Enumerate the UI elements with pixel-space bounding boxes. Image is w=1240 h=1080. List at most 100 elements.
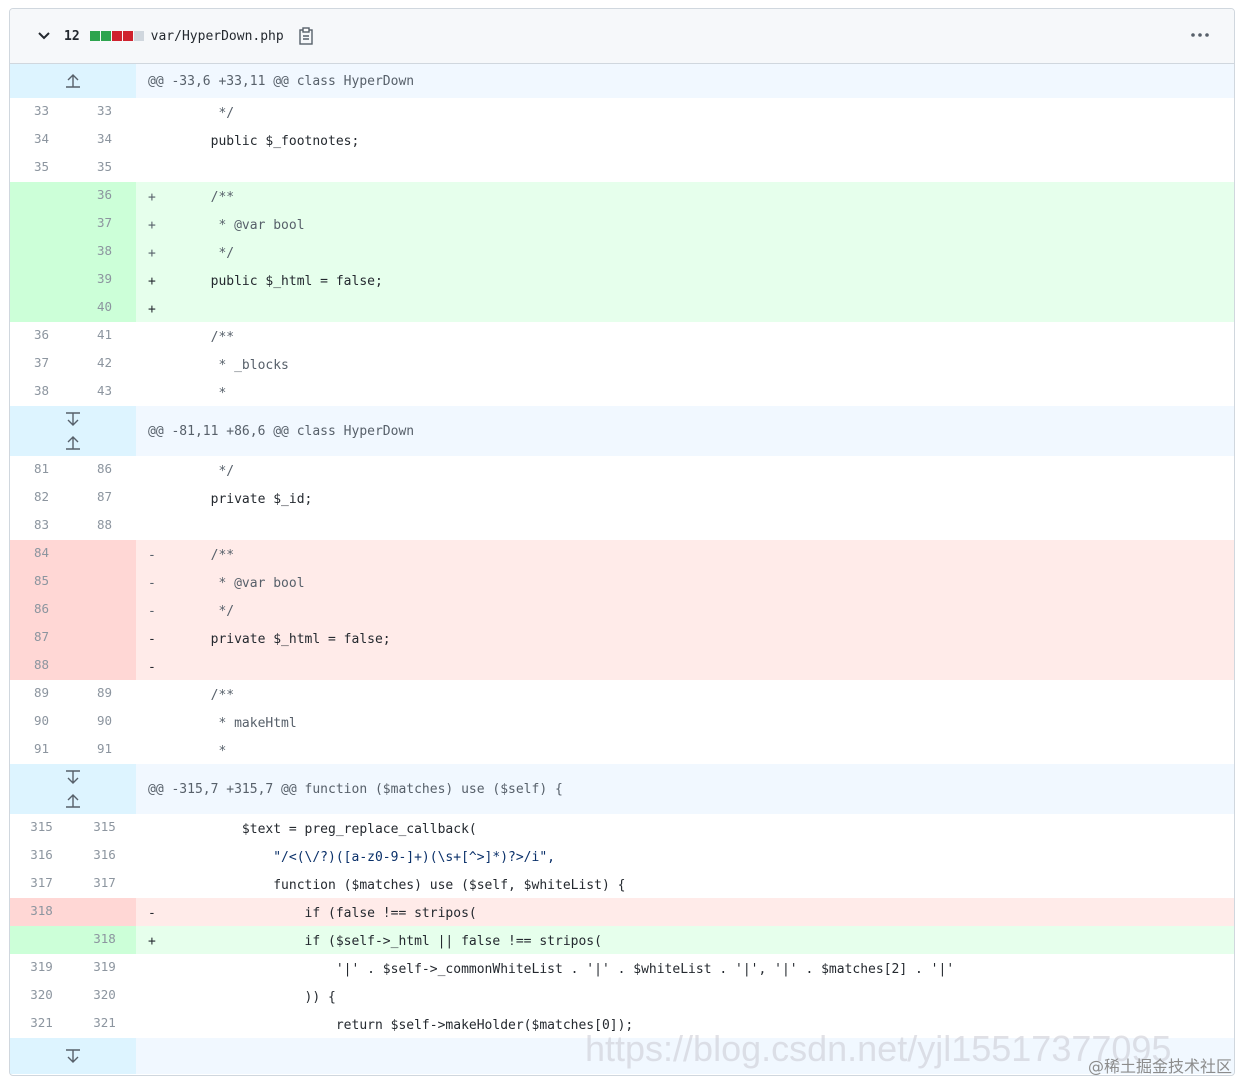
expand-up-icon[interactable] <box>64 431 82 455</box>
expand-down-icon[interactable] <box>64 407 82 431</box>
diff-line-added: 40 + <box>10 294 1234 322</box>
code-line: '|' . $self->_commonWhiteList . '|' . $w… <box>148 962 955 977</box>
old-line-number[interactable] <box>10 266 73 294</box>
collapse-chevron-icon[interactable] <box>36 28 52 44</box>
old-line-number[interactable]: 34 <box>10 126 73 154</box>
new-line-number[interactable] <box>73 540 136 568</box>
new-line-number[interactable]: 90 <box>73 708 136 736</box>
code-line: */ <box>148 464 235 479</box>
old-line-number[interactable]: 82 <box>10 484 73 512</box>
old-line-number[interactable]: 37 <box>10 350 73 378</box>
old-line-number[interactable]: 36 <box>10 322 73 350</box>
diff-line-added: 39 + public $_html = false; <box>10 266 1234 294</box>
new-line-number[interactable]: 37 <box>73 210 136 238</box>
new-line-number[interactable]: 321 <box>73 1010 136 1038</box>
old-line-number[interactable]: 315 <box>10 814 73 842</box>
diff-line: 316 316 "/<(\/?)([a-z0-9-]+)(\s+[^>]*)?>/… <box>10 842 1234 870</box>
diff-line: 319 319 '|' . $self->_commonWhiteList . '… <box>10 954 1234 982</box>
new-line-number[interactable]: 320 <box>73 982 136 1010</box>
new-line-number[interactable]: 39 <box>73 266 136 294</box>
new-line-number[interactable]: 38 <box>73 238 136 266</box>
diff-line: 90 90 * makeHtml <box>10 708 1234 736</box>
old-line-number[interactable]: 89 <box>10 680 73 708</box>
old-line-number[interactable]: 91 <box>10 736 73 764</box>
old-line-number[interactable] <box>10 294 73 322</box>
new-line-number[interactable]: 318 <box>73 926 136 954</box>
old-line-number[interactable] <box>10 926 73 954</box>
new-line-number[interactable]: 40 <box>73 294 136 322</box>
new-line-number[interactable] <box>73 568 136 596</box>
new-line-number[interactable]: 87 <box>73 484 136 512</box>
expand-down-icon[interactable] <box>64 1044 82 1068</box>
code-line: )) { <box>148 990 336 1005</box>
new-line-number[interactable]: 41 <box>73 322 136 350</box>
file-header: 12 var/HyperDown.php <box>10 9 1234 64</box>
new-line-number[interactable]: 317 <box>73 870 136 898</box>
new-line-number[interactable]: 86 <box>73 456 136 484</box>
diff-line-deleted: 84 - /** <box>10 540 1234 568</box>
old-line-number[interactable]: 86 <box>10 596 73 624</box>
copy-path-icon[interactable] <box>296 25 316 47</box>
new-line-number[interactable]: 43 <box>73 378 136 406</box>
code-line: + if ($self->_html || false !== stripos( <box>148 934 602 949</box>
old-line-number[interactable]: 33 <box>10 98 73 126</box>
file-name[interactable]: var/HyperDown.php <box>151 29 284 44</box>
old-line-number[interactable] <box>10 210 73 238</box>
code-line: "/<(\/?)([a-z0-9-]+)(\s+[^>]*)?>/i", <box>148 850 555 865</box>
code-line: + public $_html = false; <box>148 274 383 289</box>
old-line-number[interactable] <box>10 182 73 210</box>
new-line-number[interactable]: 88 <box>73 512 136 540</box>
old-line-number[interactable]: 81 <box>10 456 73 484</box>
new-line-number[interactable]: 315 <box>73 814 136 842</box>
expand-up-icon[interactable] <box>64 789 82 813</box>
old-line-number[interactable]: 318 <box>10 898 73 926</box>
old-line-number[interactable]: 35 <box>10 154 73 182</box>
old-line-number[interactable]: 321 <box>10 1010 73 1038</box>
diff-line: 321 321 return $self->makeHolder($matches… <box>10 1010 1234 1038</box>
diff-line: 91 91 * <box>10 736 1234 764</box>
new-line-number[interactable]: 33 <box>73 98 136 126</box>
old-line-number[interactable]: 85 <box>10 568 73 596</box>
old-line-number[interactable]: 88 <box>10 652 73 680</box>
new-line-number[interactable]: 36 <box>73 182 136 210</box>
old-line-number[interactable]: 317 <box>10 870 73 898</box>
new-line-number[interactable]: 316 <box>73 842 136 870</box>
new-line-number[interactable]: 91 <box>73 736 136 764</box>
new-line-number[interactable] <box>73 652 136 680</box>
diff-line: 33 33 */ <box>10 98 1234 126</box>
hunk-footer <box>10 1038 1234 1074</box>
old-line-number[interactable]: 319 <box>10 954 73 982</box>
new-line-number[interactable]: 35 <box>73 154 136 182</box>
diff-line-deleted: 86 - */ <box>10 596 1234 624</box>
code-line: - if (false !== stripos( <box>148 906 477 921</box>
expand-up-icon[interactable] <box>64 69 82 93</box>
diff-line: 36 41 /** <box>10 322 1234 350</box>
old-line-number[interactable]: 87 <box>10 624 73 652</box>
new-line-number[interactable] <box>73 898 136 926</box>
diffstat <box>89 31 144 41</box>
diff-line-added: 37 + * @var bool <box>10 210 1234 238</box>
old-line-number[interactable]: 83 <box>10 512 73 540</box>
new-line-number[interactable] <box>73 596 136 624</box>
code-line: * makeHtml <box>148 716 297 731</box>
code-line: + * @var bool <box>148 218 305 233</box>
code-line: - /** <box>148 548 235 563</box>
hunk-expand-gutter <box>10 64 136 98</box>
new-line-number[interactable]: 319 <box>73 954 136 982</box>
new-line-number[interactable]: 34 <box>73 126 136 154</box>
new-line-number[interactable] <box>73 624 136 652</box>
diff-line-deleted: 87 - private $_html = false; <box>10 624 1234 652</box>
old-line-number[interactable]: 84 <box>10 540 73 568</box>
old-line-number[interactable]: 316 <box>10 842 73 870</box>
more-options-icon[interactable] <box>1188 25 1212 45</box>
old-line-number[interactable]: 90 <box>10 708 73 736</box>
diffstat-neutral-block <box>133 31 144 41</box>
old-line-number[interactable]: 38 <box>10 378 73 406</box>
old-line-number[interactable]: 320 <box>10 982 73 1010</box>
new-line-number[interactable]: 42 <box>73 350 136 378</box>
new-line-number[interactable]: 89 <box>73 680 136 708</box>
old-line-number[interactable] <box>10 238 73 266</box>
expand-down-icon[interactable] <box>64 765 82 789</box>
diffstat-del-block <box>122 31 133 41</box>
